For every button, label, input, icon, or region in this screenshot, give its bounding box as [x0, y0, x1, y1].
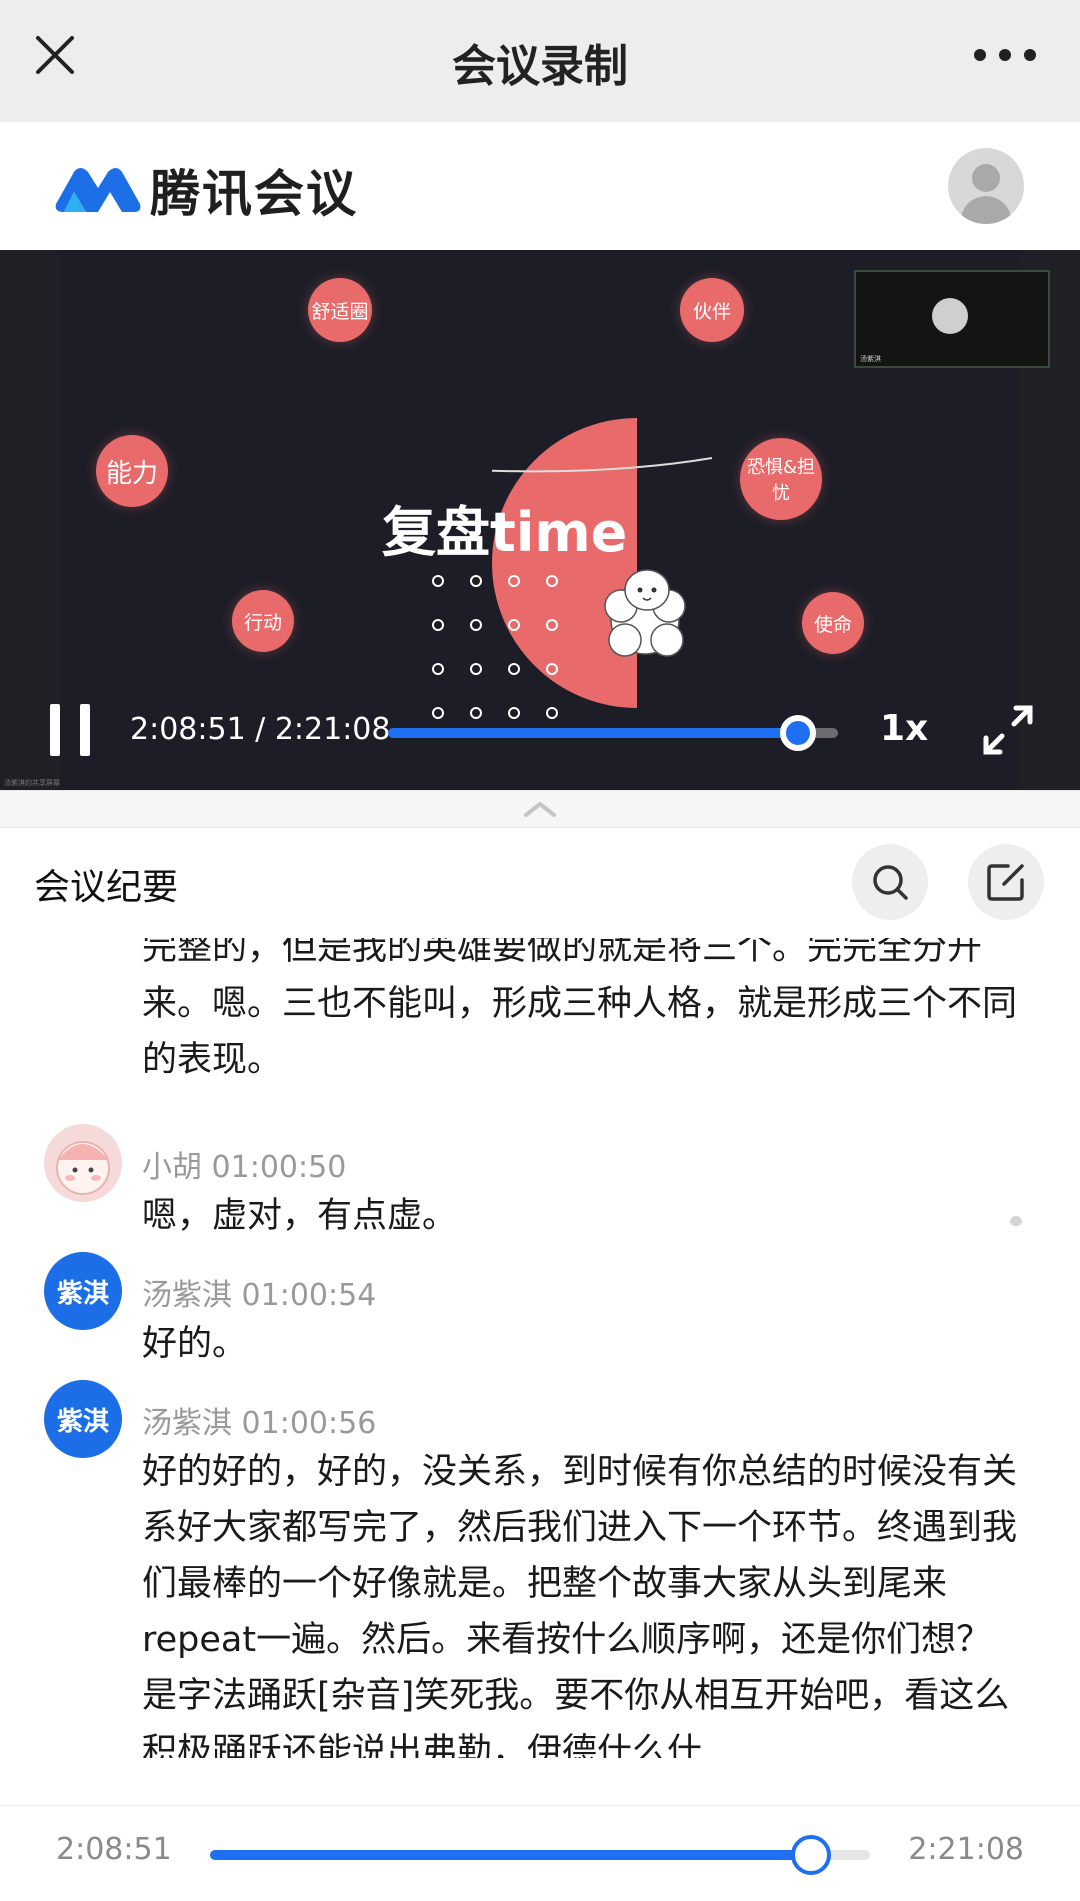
user-avatar[interactable]	[948, 148, 1024, 224]
cartoon-avatar-icon	[56, 1141, 110, 1195]
playback-progress-fill	[210, 1850, 811, 1860]
more-icon[interactable]	[970, 38, 1040, 72]
playback-progress-handle[interactable]	[790, 1835, 831, 1875]
transcript-list[interactable]: 完整的，但是我的英雄要做的就是将三个。完完全分开来。嗯。三也不能叫，形成三种人格…	[0, 938, 1080, 1758]
speaker-avatar: 紫淇	[44, 1252, 122, 1330]
speaker-meta: 汤紫淇 01:00:56	[142, 1398, 376, 1442]
minutes-header: 会议纪要	[0, 828, 1080, 938]
brand-header: 腾讯会议	[0, 122, 1080, 250]
video-controls: 2:08:51 / 2:21:08 1x	[0, 250, 1080, 790]
speaker-meta: 汤紫淇 01:00:54	[142, 1270, 376, 1314]
playback-bar: 2:08:51 2:21:08	[0, 1805, 1080, 1901]
speaker-time[interactable]: 01:00:50	[212, 1150, 347, 1185]
video-progress-fill	[388, 728, 798, 738]
pause-icon[interactable]	[48, 702, 92, 758]
video-progress-handle[interactable]	[779, 715, 816, 751]
playback-speed-button[interactable]: 1x	[880, 708, 928, 749]
speaker-time[interactable]: 01:00:54	[242, 1278, 377, 1313]
tencent-meeting-logo-icon	[55, 168, 141, 212]
speaker-name: 汤紫淇	[142, 1278, 232, 1313]
transcript-text[interactable]: 完整的，但是我的英雄要做的就是将三个。完完全分开来。嗯。三也不能叫，形成三种人格…	[142, 938, 1022, 1088]
scroll-indicator	[1010, 1216, 1022, 1226]
speaker-avatar	[44, 1124, 122, 1202]
search-icon	[873, 865, 908, 900]
edit-icon	[987, 864, 1024, 901]
speaker-name: 汤紫淇	[142, 1406, 232, 1441]
minutes-title: 会议纪要	[34, 867, 179, 908]
title-bar: 会议录制	[0, 0, 1080, 122]
transcript-text[interactable]: 好的好的，好的，没关系，到时候有你总结的时候没有关系好大家都写完了，然后我们进入…	[142, 1444, 1022, 1758]
chevron-up-icon	[524, 801, 556, 817]
transcript-text[interactable]: 好的。	[142, 1316, 1022, 1372]
fullscreen-icon[interactable]	[980, 702, 1036, 758]
video-time: 2:08:51 / 2:21:08	[130, 712, 391, 747]
speaker-time[interactable]: 01:00:56	[242, 1406, 377, 1441]
speaker-meta: 小胡 01:00:50	[142, 1142, 346, 1186]
speaker-name: 小胡	[142, 1150, 202, 1185]
playback-progress-bar[interactable]	[210, 1835, 870, 1875]
page-title: 会议录制	[452, 41, 628, 92]
current-time: 2:08:51	[56, 1832, 172, 1867]
edit-button[interactable]	[968, 844, 1044, 920]
search-button[interactable]	[852, 844, 928, 920]
brand-name: 腾讯会议	[150, 165, 358, 223]
video-player[interactable]: 复盘time 舒适圈 伙伴 能力 恐惧&担忧 行动 使命 汤紫淇 汤紫淇的共享屏…	[0, 250, 1080, 790]
transcript-text[interactable]: 嗯，虚对，有点虚。	[142, 1188, 1022, 1244]
video-progress-bar[interactable]	[388, 715, 838, 751]
total-time: 2:21:08	[908, 1832, 1024, 1867]
speaker-avatar: 紫淇	[44, 1380, 122, 1458]
collapse-handle[interactable]	[0, 790, 1080, 828]
person-icon	[960, 164, 1012, 224]
